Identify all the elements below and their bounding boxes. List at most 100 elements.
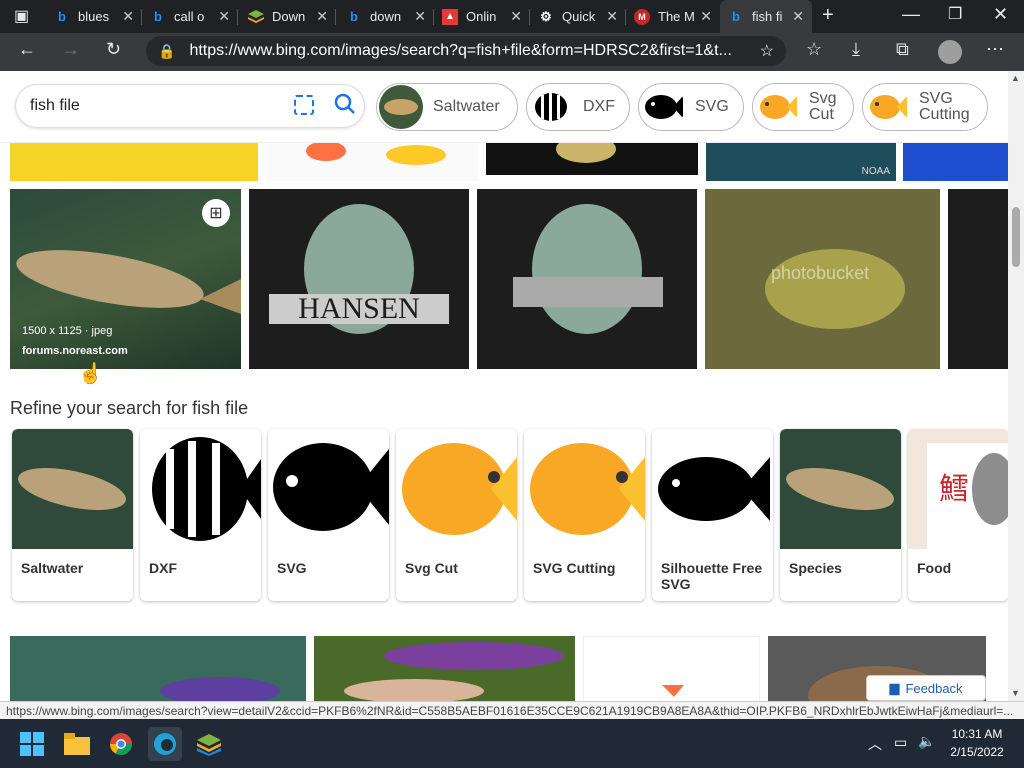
result-image[interactable] bbox=[948, 189, 1008, 369]
favorites-icon[interactable]: ☆ bbox=[806, 39, 822, 60]
card-image bbox=[780, 429, 901, 549]
clock-date[interactable]: 2/15/2022 bbox=[944, 745, 1010, 759]
chip-label: Svg Cut bbox=[809, 90, 837, 123]
refine-card-dxf[interactable]: DXF bbox=[140, 429, 261, 601]
close-tab-icon[interactable]: ✕ bbox=[414, 8, 426, 25]
tab-3[interactable]: Down ✕ bbox=[240, 0, 336, 33]
card-image bbox=[140, 429, 261, 549]
show-hidden-icons[interactable]: ︿ bbox=[868, 734, 882, 754]
add-to-collection-icon[interactable]: ⊞ bbox=[202, 199, 230, 227]
chip-svg-cutting[interactable]: SVG Cutting bbox=[862, 83, 988, 131]
search-box[interactable]: fish file bbox=[16, 85, 364, 127]
search-icon[interactable] bbox=[334, 93, 356, 120]
noaa-text: NOAA bbox=[861, 166, 890, 177]
edge-icon[interactable] bbox=[148, 727, 182, 761]
tab-6[interactable]: ⚙ Quick ✕ bbox=[530, 0, 626, 33]
chip-dxf[interactable]: DXF bbox=[526, 83, 630, 131]
svg-text:鱈: 鱈 bbox=[939, 472, 969, 507]
tab-title: Onlin bbox=[466, 9, 497, 24]
image-dimensions: 1500 x 1125 · jpeg bbox=[22, 325, 113, 337]
more-menu-icon[interactable]: ⋯ bbox=[986, 39, 1004, 60]
card-image: 鱈 bbox=[908, 429, 1008, 549]
refine-card-silhouette[interactable]: Silhouette Free SVG bbox=[652, 429, 773, 601]
refine-card-food[interactable]: 鱈 Food bbox=[908, 429, 1008, 601]
result-image[interactable] bbox=[266, 143, 478, 181]
favorite-add-icon[interactable]: ☆ bbox=[760, 41, 774, 61]
tab-7[interactable]: M The M ✕ bbox=[626, 0, 720, 33]
result-image[interactable] bbox=[486, 143, 698, 175]
minimize-icon[interactable]: — bbox=[902, 4, 920, 25]
clock-time[interactable]: 10:31 AM bbox=[944, 727, 1010, 741]
close-tab-icon[interactable]: ✕ bbox=[510, 8, 522, 25]
feedback-label: Feedback bbox=[905, 680, 963, 696]
tab-2[interactable]: b call o ✕ bbox=[142, 0, 238, 33]
lock-icon: 🔒 bbox=[158, 42, 176, 59]
close-window-icon[interactable]: ✕ bbox=[993, 4, 1008, 25]
tab-bar: ▣ b blues ✕ b call o ✕ Down ✕ b down ✕ ▲ Onlin ✕ … bbox=[0, 0, 1024, 33]
result-image[interactable] bbox=[314, 636, 575, 701]
card-label: SVG bbox=[277, 560, 307, 576]
chip-saltwater[interactable]: Saltwater bbox=[376, 83, 518, 131]
close-tab-icon[interactable]: ✕ bbox=[316, 8, 328, 25]
page-scrollbar[interactable]: ▲ ▼ bbox=[1008, 71, 1024, 701]
refine-card-saltwater[interactable]: Saltwater bbox=[12, 429, 133, 601]
close-tab-icon[interactable]: ✕ bbox=[606, 8, 618, 25]
result-image[interactable]: HANSEN bbox=[249, 189, 469, 369]
search-header: fish file Saltwater DXF SVG Svg Cut SVG … bbox=[0, 71, 1008, 143]
collections-icon[interactable]: ⧉ bbox=[896, 39, 909, 60]
winrar-icon[interactable] bbox=[192, 727, 226, 761]
tab-actions-icon[interactable]: ▣ bbox=[14, 6, 29, 26]
page-content: fish file Saltwater DXF SVG Svg Cut SVG … bbox=[0, 71, 1008, 701]
url-field[interactable]: 🔒 https://www.bing.com/images/search?q=f… bbox=[146, 36, 786, 66]
result-image[interactable] bbox=[10, 143, 258, 181]
tab-4[interactable]: b down ✕ bbox=[338, 0, 434, 33]
refresh-icon[interactable]: ↻ bbox=[106, 39, 121, 60]
result-image[interactable] bbox=[903, 143, 1008, 181]
tab-8-active[interactable]: b fish fi ✕ bbox=[720, 0, 812, 33]
refine-card-svg-cutting[interactable]: SVG Cutting bbox=[524, 429, 645, 601]
scroll-up-arrow[interactable]: ▲ bbox=[1011, 73, 1020, 83]
network-icon[interactable]: ▭ bbox=[894, 734, 907, 751]
bing-icon: b bbox=[58, 9, 66, 24]
back-icon[interactable]: ← bbox=[18, 39, 36, 60]
scroll-thumb[interactable] bbox=[1012, 207, 1020, 267]
chip-svg-cut[interactable]: Svg Cut bbox=[752, 83, 854, 131]
refine-card-svg[interactable]: SVG bbox=[268, 429, 389, 601]
visual-search-icon[interactable] bbox=[294, 95, 314, 115]
scroll-down-arrow[interactable]: ▼ bbox=[1011, 688, 1020, 698]
feedback-button[interactable]: ▆ Feedback bbox=[866, 675, 986, 701]
result-image[interactable] bbox=[583, 636, 760, 701]
refine-card-species[interactable]: Species bbox=[780, 429, 901, 601]
result-image-hovered[interactable]: ⊞ 1500 x 1125 · jpeg forums.noreast.com bbox=[10, 189, 241, 369]
volume-icon[interactable]: 🔈 bbox=[918, 733, 935, 750]
feedback-icon: ▆ bbox=[889, 680, 900, 695]
image-source-link[interactable]: forums.noreast.com bbox=[22, 345, 128, 357]
restore-icon[interactable]: ❐ bbox=[948, 4, 962, 24]
new-tab-icon[interactable]: + bbox=[822, 4, 834, 27]
result-image[interactable] bbox=[477, 189, 697, 369]
hansen-text: HANSEN bbox=[298, 292, 420, 325]
chip-svg[interactable]: SVG bbox=[638, 83, 744, 131]
result-image[interactable]: photobucket bbox=[705, 189, 940, 369]
chrome-icon[interactable] bbox=[104, 727, 138, 761]
close-tab-icon[interactable]: ✕ bbox=[122, 8, 134, 25]
file-explorer-icon[interactable] bbox=[60, 727, 94, 761]
tab-5[interactable]: ▲ Onlin ✕ bbox=[434, 0, 530, 33]
search-input[interactable]: fish file bbox=[30, 97, 280, 115]
card-image bbox=[12, 429, 133, 549]
windows-start-icon[interactable] bbox=[15, 727, 49, 761]
close-tab-icon[interactable]: ✕ bbox=[218, 8, 230, 25]
result-image[interactable] bbox=[10, 636, 306, 701]
tab-1[interactable]: b blues ✕ bbox=[46, 0, 142, 33]
profile-avatar[interactable] bbox=[938, 40, 962, 64]
close-tab-icon[interactable]: ✕ bbox=[792, 8, 804, 25]
downloads-icon[interactable]: ⤓ bbox=[852, 39, 860, 60]
close-tab-icon[interactable]: ✕ bbox=[700, 8, 712, 25]
refine-card-svg-cut[interactable]: Svg Cut bbox=[396, 429, 517, 601]
mcafee-icon: M bbox=[634, 8, 650, 25]
card-image bbox=[268, 429, 389, 549]
result-image[interactable]: NOAA bbox=[706, 143, 896, 181]
bing-icon: b bbox=[154, 9, 162, 24]
gear-icon: ⚙ bbox=[540, 8, 552, 24]
chip-thumb bbox=[529, 85, 573, 129]
